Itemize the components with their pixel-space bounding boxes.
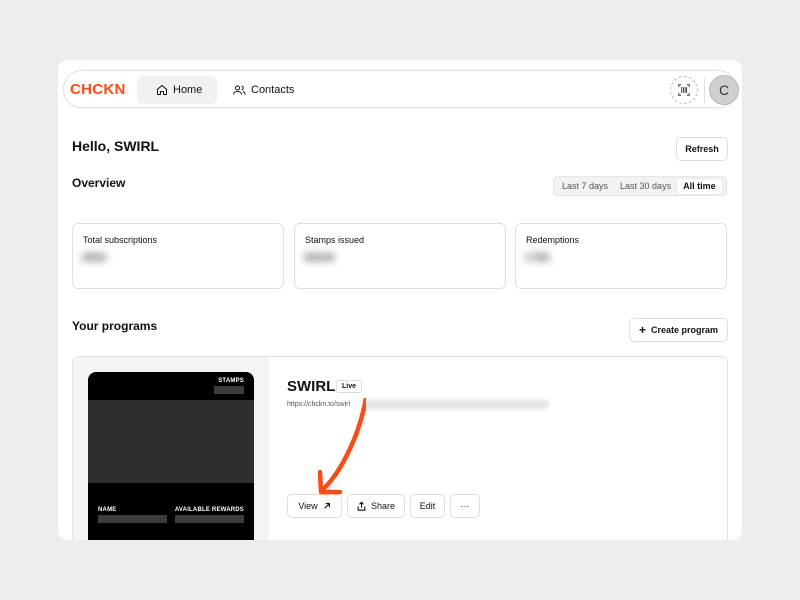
nav-contacts-label: Contacts bbox=[251, 84, 295, 96]
programs-title: Your programs bbox=[72, 319, 158, 333]
stat-card-stamps: Stamps issued 00540 bbox=[294, 223, 506, 289]
nav-divider bbox=[704, 77, 705, 103]
card-preview: STAMPS NAME AVAILABLE REWARDS bbox=[73, 357, 269, 540]
page-title: Hello, SWIRL bbox=[72, 138, 160, 154]
rewards-label: AVAILABLE REWARDS bbox=[174, 507, 244, 513]
program-name: SWIRL bbox=[287, 378, 336, 395]
annotation-arrow-icon bbox=[317, 398, 366, 495]
stamp-strip-area bbox=[88, 400, 254, 483]
url-redacted bbox=[363, 400, 549, 409]
app-window: CHCKN Home Contacts C Hello, SWIRL Refre… bbox=[58, 60, 742, 540]
home-icon bbox=[157, 85, 167, 95]
refresh-button[interactable]: Refresh bbox=[676, 137, 728, 161]
stat-label: Stamps issued bbox=[305, 235, 365, 245]
top-navbar: CHCKN Home Contacts C bbox=[63, 70, 739, 108]
rewards-value-bar bbox=[175, 515, 244, 523]
create-program-button[interactable]: + Create program bbox=[629, 318, 728, 342]
avatar[interactable]: C bbox=[709, 75, 739, 105]
name-value-bar bbox=[98, 515, 167, 523]
scan-button[interactable] bbox=[670, 76, 698, 104]
stamps-value-bar bbox=[214, 386, 244, 394]
range-option-all-time[interactable]: All time bbox=[677, 178, 722, 194]
barcode-scan-icon bbox=[678, 84, 690, 96]
stamps-label: STAMPS bbox=[218, 378, 244, 384]
view-label: View bbox=[298, 501, 318, 511]
share-icon bbox=[357, 501, 366, 511]
users-icon bbox=[233, 85, 246, 95]
nav-tab-home[interactable]: Home bbox=[137, 76, 217, 104]
stat-value: 00540 bbox=[304, 252, 335, 264]
nav-home-label: Home bbox=[173, 84, 203, 96]
stat-value: 0852 bbox=[82, 252, 107, 264]
range-option-7-days[interactable]: Last 7 days bbox=[556, 179, 614, 194]
logo[interactable]: CHCKN bbox=[70, 81, 126, 98]
share-label: Share bbox=[370, 501, 396, 511]
external-arrow-icon bbox=[323, 503, 330, 509]
name-label: NAME bbox=[98, 507, 117, 513]
wallet-card-preview: STAMPS NAME AVAILABLE REWARDS bbox=[88, 372, 254, 540]
overview-title: Overview bbox=[72, 176, 126, 190]
edit-button[interactable]: Edit bbox=[410, 494, 445, 518]
stat-label: Total subscriptions bbox=[83, 235, 158, 245]
stat-card-subscriptions: Total subscriptions 0852 bbox=[72, 223, 284, 289]
status-badge: Live bbox=[336, 380, 363, 393]
nav-tab-contacts[interactable]: Contacts bbox=[229, 76, 309, 104]
stat-card-redemptions: Redemptions 1790 bbox=[515, 223, 727, 289]
stat-value: 1790 bbox=[525, 252, 550, 264]
stat-label: Redemptions bbox=[526, 235, 580, 245]
program-card: STAMPS NAME AVAILABLE REWARDS SWIRL Live… bbox=[72, 356, 728, 540]
date-range-selector: Last 7 days Last 30 days All time bbox=[553, 176, 727, 196]
create-program-label: Create program bbox=[650, 325, 719, 335]
plus-icon: + bbox=[638, 323, 646, 337]
more-options-button[interactable]: ··· bbox=[450, 494, 480, 518]
range-option-30-days[interactable]: Last 30 days bbox=[614, 179, 677, 194]
